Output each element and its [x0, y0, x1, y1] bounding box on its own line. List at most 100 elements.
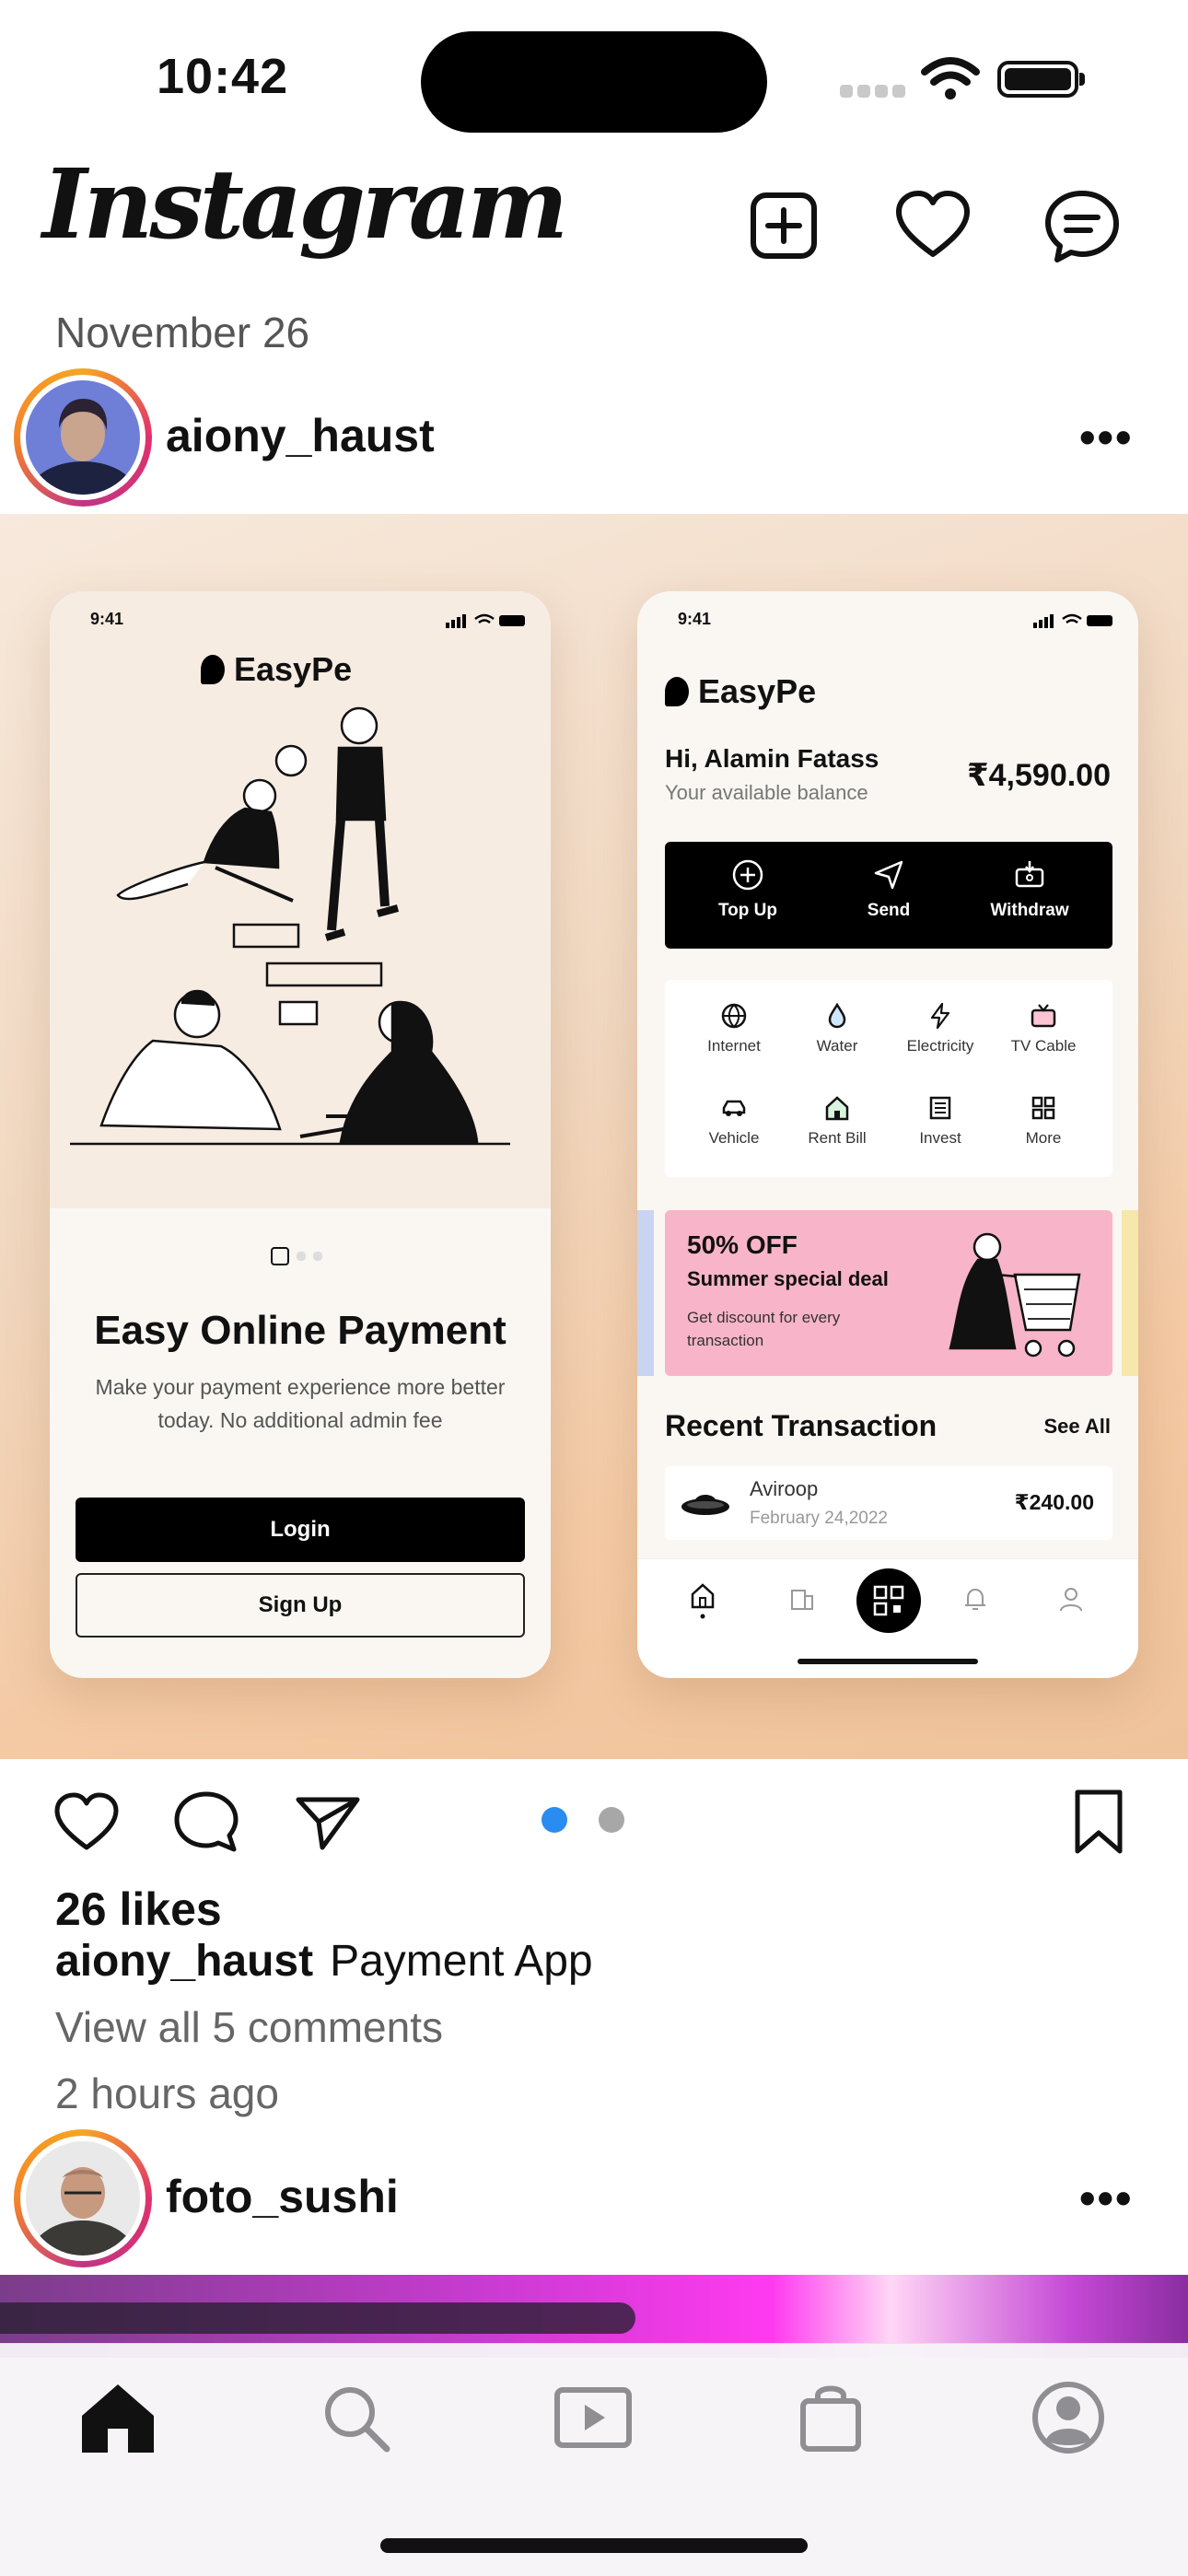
- building-icon: [929, 1096, 951, 1120]
- carousel-dot: [599, 1807, 624, 1833]
- new-post-icon[interactable]: [742, 184, 825, 267]
- avatar-photo: [26, 2141, 140, 2255]
- phone-status-time: 9:41: [90, 610, 124, 628]
- send-action: Send: [824, 858, 953, 921]
- wifi-icon: [921, 55, 980, 106]
- post-media-carousel[interactable]: 9:41 EasyPe Easy Online Payment Make you…: [0, 514, 1188, 1759]
- next-post-username[interactable]: foto_sushi: [166, 2170, 399, 2223]
- home-tab-icon: [691, 1583, 715, 1619]
- easype-mark-icon: [201, 655, 225, 684]
- cellular-signal-icon: [840, 85, 910, 102]
- wallet-home-screen: 9:41 EasyPe Hi, Alamin Fatass Your avail…: [637, 591, 1138, 1678]
- like-heart-icon[interactable]: [52, 1787, 122, 1861]
- transaction-row: Aviroop February 24,2022 ₹240.00: [665, 1466, 1112, 1540]
- transaction-amount: ₹240.00: [1014, 1490, 1094, 1514]
- building-tab-icon: [791, 1590, 813, 1610]
- promo-subtitle: Summer special deal: [687, 1267, 889, 1290]
- send-arrow-icon: [874, 860, 903, 890]
- instagram-logo[interactable]: Instagram: [42, 147, 568, 261]
- grid-icon: [1031, 1096, 1055, 1120]
- recent-transactions-title: Recent Transaction: [665, 1409, 938, 1442]
- battery-nub: [1079, 73, 1085, 86]
- tv-icon: [1031, 1004, 1056, 1028]
- post-more-button[interactable]: •••: [1079, 411, 1134, 464]
- post-caption: aiony_haust Payment App: [55, 1936, 593, 1987]
- globe-icon: [721, 1003, 747, 1029]
- service-electricity: Electricity: [890, 1002, 991, 1055]
- balance-amount: ₹4,590.00: [966, 758, 1111, 793]
- carousel-dot-active: [542, 1807, 567, 1833]
- shopping-woman-illustration: [949, 1232, 1081, 1358]
- status-time: 10:42: [157, 49, 289, 104]
- service-more: More: [993, 1094, 1094, 1148]
- battery-icon: [997, 61, 1078, 98]
- phone-status-time: 9:41: [678, 610, 712, 628]
- house-icon: [825, 1096, 849, 1121]
- share-send-icon[interactable]: [293, 1787, 363, 1861]
- easype-logo: EasyPe: [665, 672, 816, 711]
- reels-icon[interactable]: [547, 2372, 639, 2464]
- plus-circle-icon: [732, 859, 763, 891]
- balance-label: Your available balance: [665, 781, 868, 804]
- dynamic-island: [421, 31, 767, 133]
- ufo-icon: [681, 1495, 729, 1515]
- profile-icon[interactable]: [1022, 2372, 1114, 2464]
- service-invest: Invest: [890, 1094, 991, 1148]
- likes-count[interactable]: 26 likes: [55, 1882, 222, 1936]
- promo-peek-right: [1122, 1210, 1138, 1376]
- login-button: Login: [76, 1498, 525, 1562]
- service-internet: Internet: [683, 1002, 785, 1055]
- messenger-icon[interactable]: [1041, 184, 1124, 267]
- qr-scan-button: [856, 1568, 921, 1633]
- easype-mark-icon: [665, 677, 689, 706]
- caption-text: Payment App: [330, 1937, 593, 1986]
- promo-description: Get discount for every transaction: [687, 1309, 841, 1349]
- avatar-photo: [26, 380, 140, 495]
- quick-actions: Top Up Send Withdraw: [665, 842, 1112, 949]
- onboarding-screen: 9:41 EasyPe Easy Online Payment Make you…: [50, 591, 551, 1678]
- next-post-more-button[interactable]: •••: [1079, 2172, 1134, 2225]
- comment-icon[interactable]: [171, 1787, 241, 1861]
- service-tv-cable: TV Cable: [993, 1002, 1094, 1055]
- phone-home-indicator: [798, 1659, 978, 1664]
- phone-status-icons: [446, 613, 525, 628]
- signup-button: Sign Up: [76, 1573, 525, 1638]
- water-drop-icon: [828, 1002, 846, 1029]
- phone-status-icons: [1033, 613, 1112, 628]
- withdraw-action: Withdraw: [965, 858, 1094, 921]
- post-timestamp: 2 hours ago: [55, 2069, 279, 2117]
- services-grid: Internet Water Electricity TV Cable Vehi…: [665, 980, 1112, 1177]
- service-vehicle: Vehicle: [683, 1094, 785, 1148]
- home-indicator: [380, 2538, 808, 2553]
- avatar[interactable]: [14, 2129, 152, 2267]
- home-icon[interactable]: [72, 2372, 164, 2464]
- view-comments-link[interactable]: View all 5 comments: [55, 2002, 443, 2052]
- bookmark-icon[interactable]: [1066, 1787, 1131, 1861]
- withdraw-icon: [1015, 861, 1044, 888]
- top-up-action: Top Up: [683, 858, 812, 921]
- service-water: Water: [786, 1002, 888, 1055]
- phone-nav-bar: [637, 1558, 1138, 1678]
- onboarding-subtitle: Make your payment experience more better…: [95, 1375, 506, 1432]
- bell-tab-icon: [965, 1588, 985, 1610]
- see-all-link: See All: [1043, 1415, 1111, 1438]
- post-date: November 26: [55, 309, 310, 356]
- shop-icon[interactable]: [785, 2372, 877, 2464]
- transaction-name: Aviroop: [750, 1477, 819, 1500]
- greeting: Hi, Alamin Fatass: [665, 744, 879, 773]
- transaction-date: February 24,2022: [750, 1509, 888, 1528]
- search-icon[interactable]: [309, 2372, 402, 2464]
- promo-banner: 50% OFF Summer special deal Get discount…: [665, 1210, 1112, 1376]
- onboarding-title: Easy Online Payment: [94, 1308, 507, 1353]
- promo-peek-left: [637, 1210, 654, 1376]
- notifications-heart-icon[interactable]: [891, 184, 974, 267]
- post-username[interactable]: aiony_haust: [166, 409, 435, 462]
- service-rent-bill: Rent Bill: [786, 1094, 888, 1148]
- promo-title: 50% OFF: [687, 1230, 798, 1259]
- caption-username[interactable]: aiony_haust: [55, 1937, 313, 1986]
- user-tab-icon: [1060, 1588, 1082, 1612]
- car-icon: [722, 1100, 746, 1116]
- qr-icon: [873, 1585, 904, 1616]
- avatar[interactable]: [14, 368, 152, 507]
- next-post-media-shape: [0, 2302, 635, 2334]
